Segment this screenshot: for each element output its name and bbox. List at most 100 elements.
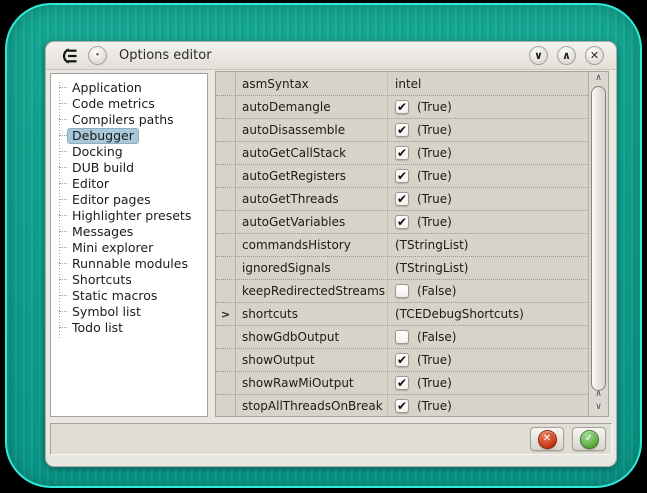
- category-tree-panel[interactable]: ApplicationCode metricsCompilers pathsDe…: [50, 73, 208, 417]
- property-value[interactable]: ✔ (True): [388, 372, 588, 394]
- sidebar-item-mini-explorer[interactable]: Mini explorer: [51, 240, 207, 256]
- property-name[interactable]: autoGetCallStack: [236, 142, 388, 164]
- property-row-asmsyntax[interactable]: asmSyntaxintel: [216, 73, 588, 96]
- sidebar-item-label: Messages: [67, 224, 138, 240]
- property-row-keepredirectedstreams[interactable]: keepRedirectedStreams(False): [216, 280, 588, 303]
- sidebar-item-messages[interactable]: Messages: [51, 224, 207, 240]
- tree-branch-line: [59, 103, 67, 105]
- close-button[interactable]: ✕: [585, 46, 604, 65]
- checkbox-unchecked[interactable]: [395, 284, 409, 298]
- sidebar-item-debugger[interactable]: Debugger: [51, 128, 207, 144]
- sidebar-item-docking[interactable]: Docking: [51, 144, 207, 160]
- vertical-scrollbar[interactable]: ∧ ∧ ∨: [588, 72, 608, 416]
- property-value[interactable]: ✔(True): [388, 188, 588, 210]
- sidebar-item-label: Symbol list: [67, 304, 146, 320]
- scrollbar-up-button-2[interactable]: ∧: [589, 388, 608, 401]
- property-value[interactable]: (TStringList): [388, 257, 588, 279]
- property-value[interactable]: ✔(True): [388, 211, 588, 233]
- property-row-ignoredsignals[interactable]: ignoredSignals(TStringList): [216, 257, 588, 280]
- checkbox-checked[interactable]: ✔: [395, 100, 409, 114]
- checkbox-checked[interactable]: ✔: [395, 353, 409, 367]
- tree-branch-line: [59, 311, 67, 313]
- property-name[interactable]: autoDemangle: [236, 96, 388, 118]
- roll-up-button[interactable]: ∧: [557, 46, 576, 65]
- scrollbar-up-button[interactable]: ∧: [589, 72, 608, 85]
- property-name[interactable]: autoGetVariables: [236, 211, 388, 233]
- property-value[interactable]: (TStringList): [388, 234, 588, 256]
- property-name[interactable]: showOutput: [236, 349, 388, 371]
- property-grid[interactable]: asmSyntaxintelautoDemangle✔(True)autoDis…: [215, 71, 609, 417]
- property-name[interactable]: asmSyntax: [236, 73, 388, 95]
- sidebar-item-dub-build[interactable]: DUB build: [51, 160, 207, 176]
- property-row-commandshistory[interactable]: commandsHistory(TStringList): [216, 234, 588, 257]
- sidebar-item-compilers-paths[interactable]: Compilers paths: [51, 112, 207, 128]
- checkbox-checked[interactable]: ✔: [395, 215, 409, 229]
- property-value[interactable]: ✔(True): [388, 96, 588, 118]
- sidebar-item-symbol-list[interactable]: Symbol list: [51, 304, 207, 320]
- expander-icon[interactable]: >: [216, 303, 236, 325]
- scrollbar-thumb[interactable]: [591, 86, 606, 391]
- row-gutter: [216, 188, 236, 210]
- tree-branch-line: [59, 327, 67, 329]
- property-row-autodisassemble[interactable]: autoDisassemble✔(True): [216, 119, 588, 142]
- property-value[interactable]: ✔(True): [388, 142, 588, 164]
- property-row-showrawmioutput[interactable]: showRawMiOutput ✔ (True): [216, 372, 588, 395]
- property-name[interactable]: showGdbOutput: [236, 326, 388, 348]
- property-value-text: (True): [417, 376, 452, 390]
- property-value[interactable]: (TCEDebugShortcuts): [388, 303, 588, 325]
- sidebar-item-runnable-modules[interactable]: Runnable modules: [51, 256, 207, 272]
- property-value[interactable]: (False): [388, 326, 588, 348]
- options-editor-window: • Options editor ∨∧✕ ApplicationCode met…: [45, 41, 617, 467]
- property-value[interactable]: ✔(True): [388, 119, 588, 141]
- cancel-button[interactable]: ✕: [530, 427, 564, 451]
- checkbox-checked[interactable]: ✔: [395, 146, 409, 160]
- checkbox-checked[interactable]: ✔: [395, 123, 409, 137]
- property-row-shortcuts[interactable]: >shortcuts (TCEDebugShortcuts): [216, 303, 588, 326]
- property-value[interactable]: ✔(True): [388, 349, 588, 371]
- window-menu-button[interactable]: •: [88, 46, 107, 65]
- property-value-text: (TCEDebugShortcuts): [395, 307, 524, 321]
- sidebar-item-label: Highlighter presets: [67, 208, 196, 224]
- sidebar-item-application[interactable]: Application: [51, 80, 207, 96]
- property-row-autodemangle[interactable]: autoDemangle✔(True): [216, 96, 588, 119]
- property-row-showoutput[interactable]: showOutput✔(True): [216, 349, 588, 372]
- property-name[interactable]: autoGetRegisters: [236, 165, 388, 187]
- checkbox-checked[interactable]: ✔: [395, 376, 409, 390]
- roll-down-button[interactable]: ∨: [529, 46, 548, 65]
- ok-button[interactable]: ✓: [572, 427, 606, 451]
- property-name[interactable]: keepRedirectedStreams: [236, 280, 388, 302]
- checkbox-unchecked[interactable]: [395, 330, 409, 344]
- property-row-showgdboutput[interactable]: showGdbOutput(False): [216, 326, 588, 349]
- property-name[interactable]: ignoredSignals: [236, 257, 388, 279]
- property-name[interactable]: autoDisassemble: [236, 119, 388, 141]
- sidebar-item-highlighter-presets[interactable]: Highlighter presets: [51, 208, 207, 224]
- property-value[interactable]: ✔(True): [388, 165, 588, 187]
- property-row-autogetcallstack[interactable]: autoGetCallStack✔(True): [216, 142, 588, 165]
- property-name[interactable]: autoGetThreads: [236, 188, 388, 210]
- sidebar-item-static-macros[interactable]: Static macros: [51, 288, 207, 304]
- property-value[interactable]: (False): [388, 280, 588, 302]
- checkbox-checked[interactable]: ✔: [395, 192, 409, 206]
- sidebar-item-shortcuts[interactable]: Shortcuts: [51, 272, 207, 288]
- property-row-autogetregisters[interactable]: autoGetRegisters✔(True): [216, 165, 588, 188]
- sidebar-item-editor-pages[interactable]: Editor pages: [51, 192, 207, 208]
- app-logo-icon: [58, 48, 78, 64]
- sidebar-item-code-metrics[interactable]: Code metrics: [51, 96, 207, 112]
- scrollbar-down-button[interactable]: ∨: [589, 401, 608, 414]
- sidebar-item-todo-list[interactable]: Todo list: [51, 320, 207, 336]
- property-row-autogetvariables[interactable]: autoGetVariables✔(True): [216, 211, 588, 234]
- property-name[interactable]: showRawMiOutput: [236, 372, 388, 394]
- row-gutter: [216, 234, 236, 256]
- checkbox-checked[interactable]: ✔: [395, 399, 409, 413]
- property-row-autogetthreads[interactable]: autoGetThreads✔(True): [216, 188, 588, 211]
- property-name[interactable]: commandsHistory: [236, 234, 388, 256]
- checkbox-checked[interactable]: ✔: [395, 169, 409, 183]
- property-name[interactable]: shortcuts: [236, 303, 388, 325]
- property-value[interactable]: intel: [388, 73, 588, 95]
- titlebar[interactable]: • Options editor ∨∧✕: [46, 42, 616, 70]
- property-row-stopallthreadsonbreak[interactable]: stopAllThreadsOnBreak✔(True): [216, 395, 588, 416]
- property-name[interactable]: stopAllThreadsOnBreak: [236, 395, 388, 416]
- property-value[interactable]: ✔(True): [388, 395, 588, 416]
- sidebar-item-editor[interactable]: Editor: [51, 176, 207, 192]
- row-gutter: [216, 257, 236, 279]
